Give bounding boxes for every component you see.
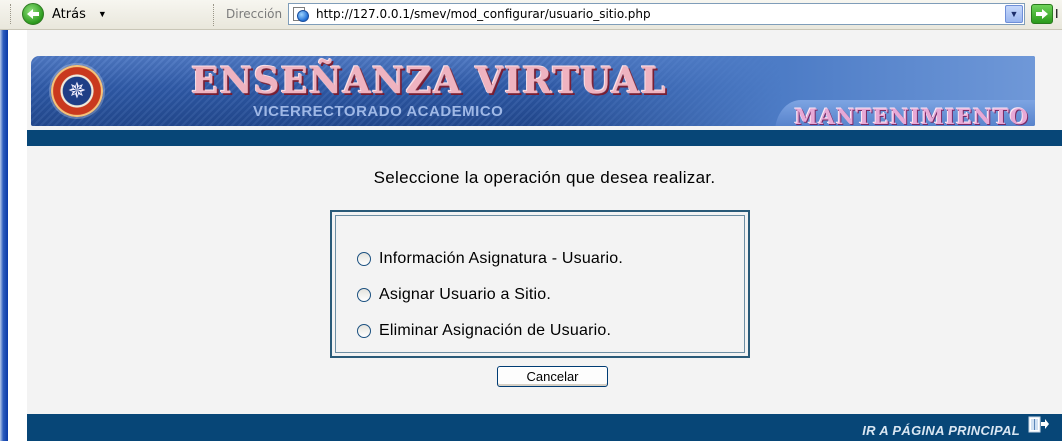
option-label: Asignar Usuario a Sitio.	[379, 286, 551, 303]
cancel-button[interactable]: Cancelar	[497, 366, 608, 387]
go-button[interactable]	[1031, 3, 1055, 25]
radio-button[interactable]	[357, 324, 371, 338]
footer-bar: IR A PÁGINA PRINCIPAL	[27, 414, 1062, 441]
options-panel: Información Asignatura - Usuario. Asigna…	[330, 210, 750, 358]
back-arrow-icon	[22, 3, 44, 25]
go-label[interactable]: I	[1055, 7, 1059, 21]
exit-door-icon[interactable]	[1028, 416, 1050, 434]
option-asignar-usuario[interactable]: Asignar Usuario a Sitio.	[357, 286, 551, 304]
operation-prompt: Seleccione la operación que desea realiz…	[373, 168, 716, 187]
banner-title: ENSEÑANZA VIRTUAL	[191, 60, 667, 102]
browser-toolbar: Atrás ▼ Dirección http://127.0.0.1/smev/…	[0, 0, 1062, 30]
banner-subtitle: VICERRECTORADO ACADEMICO	[253, 103, 504, 120]
go-arrow-icon	[1031, 4, 1053, 24]
address-dropdown-icon[interactable]: ▼	[1005, 5, 1023, 23]
option-eliminar-asignacion[interactable]: Eliminar Asignación de Usuario.	[357, 322, 611, 340]
home-link[interactable]: IR A PÁGINA PRINCIPAL	[862, 423, 1020, 438]
toolbar-separator	[213, 4, 215, 26]
option-label: Información Asignatura - Usuario.	[379, 250, 624, 267]
address-bar[interactable]: http://127.0.0.1/smev/mod_configurar/usu…	[288, 3, 1025, 25]
window-left-border	[0, 30, 8, 441]
page-content: ✵ ENSEÑANZA VIRTUAL VICERRECTORADO ACADE…	[27, 30, 1062, 441]
section-badge: MANTENIMIENTO	[775, 100, 1035, 126]
back-button-label: Atrás	[52, 6, 86, 22]
site-banner: ✵ ENSEÑANZA VIRTUAL VICERRECTORADO ACADE…	[31, 56, 1035, 126]
toolbar-grip[interactable]	[10, 4, 12, 24]
radio-button[interactable]	[357, 252, 371, 266]
option-info-asignatura[interactable]: Información Asignatura - Usuario.	[357, 250, 623, 268]
back-button[interactable]: Atrás ▼	[22, 3, 107, 25]
address-label: Dirección	[226, 7, 283, 21]
compass-star-icon: ✵	[67, 78, 87, 103]
section-badge-label: MANTENIMIENTO	[794, 103, 1029, 127]
page-globe-icon	[292, 6, 310, 22]
top-divider-bar	[27, 130, 1062, 146]
radio-button[interactable]	[357, 288, 371, 302]
university-seal-logo: ✵	[51, 65, 103, 117]
chevron-down-icon[interactable]: ▼	[98, 9, 107, 19]
address-url[interactable]: http://127.0.0.1/smev/mod_configurar/usu…	[316, 7, 651, 21]
option-label: Eliminar Asignación de Usuario.	[379, 322, 612, 339]
